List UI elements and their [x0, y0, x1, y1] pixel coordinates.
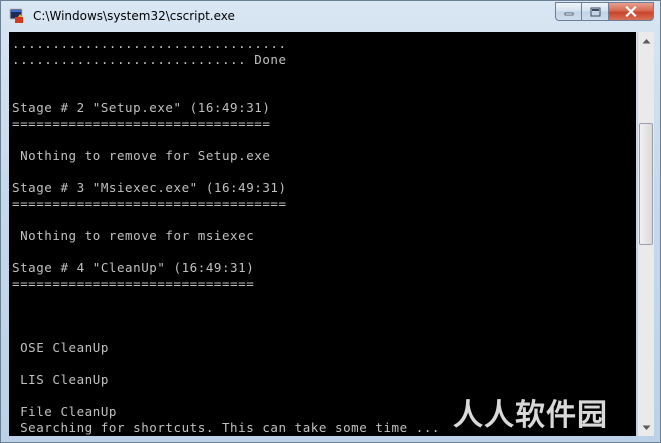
- console-line: Stage # 4 "CleanUp" (16:49:31): [12, 260, 255, 275]
- scroll-thumb[interactable]: [639, 123, 653, 245]
- scroll-up-arrow-icon: [642, 38, 650, 43]
- scroll-down-button[interactable]: [638, 419, 654, 436]
- caption-buttons: [555, 2, 654, 21]
- console-output[interactable]: ........................................…: [9, 32, 636, 436]
- console-line: ..................................: [12, 36, 287, 51]
- scroll-up-button[interactable]: [638, 32, 654, 49]
- scroll-down-arrow-icon: [642, 425, 650, 430]
- watermark-logo: 人人软件园: [453, 398, 608, 433]
- title-bar[interactable]: C:\Windows\system32\cscript.exe: [1, 1, 660, 31]
- close-button[interactable]: [609, 2, 654, 21]
- console-line: File CleanUp: [12, 404, 117, 419]
- vertical-scrollbar[interactable]: [637, 32, 654, 436]
- console-line: ==================================: [12, 196, 287, 211]
- minimize-icon: [564, 12, 573, 15]
- window-title: C:\Windows\system32\cscript.exe: [33, 9, 235, 23]
- console-line: Nothing to remove for Setup.exe: [12, 148, 271, 163]
- console-line: Searching for shortcuts. This can take s…: [12, 420, 441, 435]
- console-app-icon: [9, 8, 23, 23]
- close-icon: [625, 6, 637, 17]
- console-lines: ........................................…: [12, 36, 440, 436]
- console-line: Nothing to remove for msiexec: [12, 228, 255, 243]
- console-window: C:\Windows\system32\cscript.exe ........…: [0, 0, 661, 443]
- console-line: ............................. Done: [12, 52, 287, 67]
- maximize-icon: [590, 7, 600, 16]
- maximize-button[interactable]: [582, 2, 609, 21]
- console-line: ==============================: [12, 276, 255, 291]
- minimize-button[interactable]: [555, 2, 582, 21]
- console-line: ================================: [12, 116, 271, 131]
- console-line: Stage # 3 "Msiexec.exe" (16:49:31): [12, 180, 287, 195]
- console-line: LIS CleanUp: [12, 372, 109, 387]
- console-line: OSE CleanUp: [12, 340, 109, 355]
- console-line: Stage # 2 "Setup.exe" (16:49:31): [12, 100, 271, 115]
